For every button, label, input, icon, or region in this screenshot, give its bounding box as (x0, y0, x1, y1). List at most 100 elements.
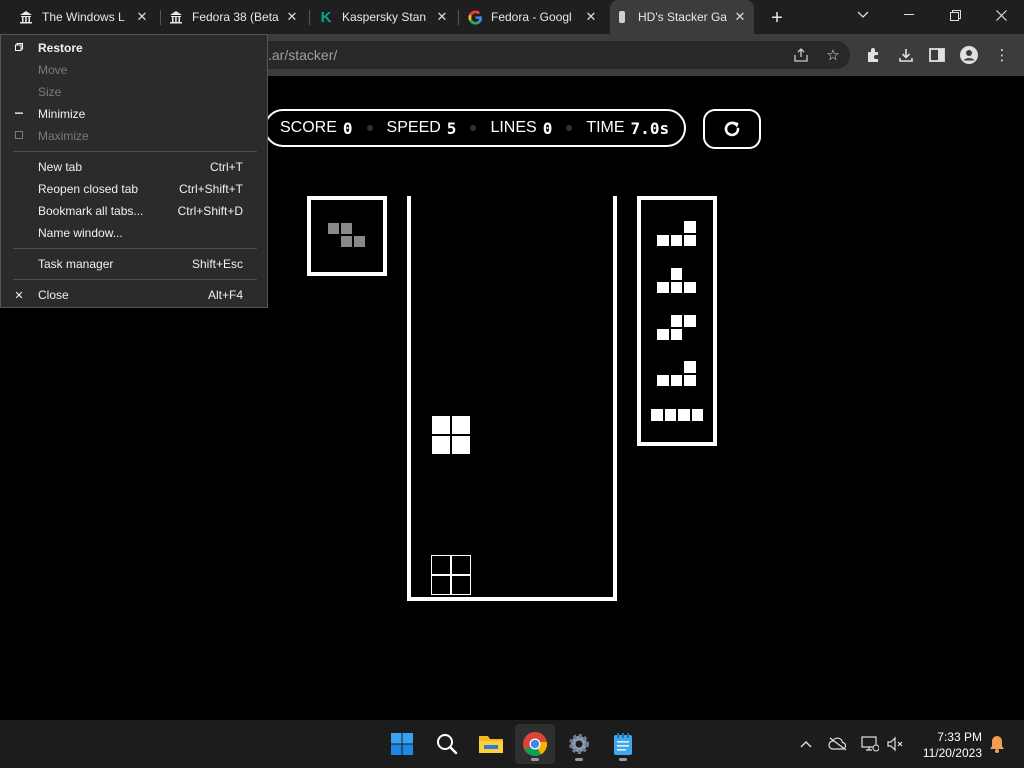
bookmark-star-icon[interactable]: ☆ (822, 44, 844, 66)
tab-fedora-beta[interactable]: Fedora 38 (Beta ✕ (164, 0, 306, 34)
menu-item-minimize[interactable]: Minimize (1, 103, 267, 125)
restore-icon (13, 42, 25, 54)
menu-item-label: Restore (38, 41, 83, 55)
speed-value: 5 (446, 118, 457, 138)
next-piece-block (669, 314, 683, 328)
profile-icon[interactable] (958, 44, 980, 66)
menu-item-shortcut: Ctrl+Shift+D (177, 204, 243, 218)
next-piece-block (656, 280, 670, 294)
ghost-piece-block (451, 575, 471, 595)
menu-item-bookmark-all-tabs[interactable]: Bookmark all tabs... Ctrl+Shift+D (1, 200, 267, 222)
volume-muted-icon[interactable] (884, 734, 906, 754)
extensions-icon[interactable] (862, 44, 884, 66)
tab-title: Kaspersky Stan (342, 10, 427, 24)
hold-piece-block (340, 235, 353, 248)
hold-piece-block (327, 222, 340, 235)
bank-icon (168, 9, 184, 25)
running-indicator (619, 758, 627, 761)
score-stat: SCORE 0 (280, 119, 353, 138)
close-icon[interactable]: ✕ (134, 9, 150, 25)
side-panel-icon[interactable] (926, 44, 948, 66)
menu-dots-icon[interactable]: ⋮ (991, 44, 1013, 66)
notepad-icon[interactable] (603, 724, 643, 764)
menu-item-maximize[interactable]: Maximize (1, 125, 267, 147)
menu-item-label: Move (38, 63, 68, 77)
google-icon (467, 9, 483, 25)
cloud-offline-icon[interactable] (827, 734, 849, 754)
settings-icon[interactable] (559, 724, 599, 764)
tab-kaspersky[interactable]: K Kaspersky Stan ✕ (314, 0, 456, 34)
maximize-window-icon[interactable] (932, 0, 978, 30)
score-label: SCORE (280, 119, 337, 136)
restart-icon (724, 121, 740, 137)
close-icon[interactable]: ✕ (732, 9, 748, 25)
close-icon: ✕ (14, 289, 24, 302)
menu-item-shortcut: Alt+F4 (207, 288, 243, 302)
speed-label: SPEED (386, 119, 441, 136)
menu-item-close[interactable]: ✕ Close Alt+F4 (1, 284, 267, 306)
running-indicator (531, 758, 539, 761)
menu-item-new-tab[interactable]: New tab Ctrl+T (1, 156, 267, 178)
notification-bell-icon[interactable] (986, 734, 1008, 754)
file-explorer-icon[interactable] (471, 724, 511, 764)
minimize-window-icon[interactable] (886, 0, 932, 30)
menu-separator (13, 151, 257, 152)
active-piece-block (431, 435, 451, 455)
tab-title: HD's Stacker Ga (638, 10, 727, 24)
tab-stacker[interactable]: HD's Stacker Ga ✕ (610, 0, 754, 34)
next-piece-block (669, 233, 683, 247)
tab-strip: The Windows L ✕ Fedora 38 (Beta ✕ K Kasp… (0, 0, 1024, 34)
next-piece-block (663, 408, 677, 422)
maximize-icon (13, 130, 25, 142)
close-icon[interactable]: ✕ (434, 9, 450, 25)
menu-item-label: Minimize (38, 107, 86, 121)
close-icon[interactable]: ✕ (583, 9, 599, 25)
close-icon[interactable]: ✕ (284, 9, 300, 25)
time-value: 7.0s (630, 118, 670, 138)
tab-title: Fedora 38 (Beta (192, 10, 279, 24)
menu-item-label: Reopen closed tab (38, 182, 139, 196)
tab-title: The Windows L (42, 10, 125, 24)
restart-button[interactable] (703, 109, 761, 149)
menu-item-label: New tab (38, 160, 83, 174)
share-icon[interactable] (790, 44, 812, 66)
system-clock[interactable]: 7:33 PM 11/20/2023 (912, 729, 982, 761)
lines-value: 0 (542, 118, 553, 138)
download-icon[interactable] (895, 44, 917, 66)
separator-dot (566, 125, 573, 131)
menu-item-restore[interactable]: Restore (1, 37, 267, 59)
windows-start-icon[interactable] (382, 724, 422, 764)
url-text: .ar/stacker/ (268, 47, 338, 63)
new-tab-icon[interactable]: + (766, 7, 788, 29)
tab-search-icon[interactable] (840, 0, 886, 30)
menu-item-size[interactable]: Size (1, 81, 267, 103)
search-icon[interactable] (427, 724, 467, 764)
show-hidden-icons-icon[interactable] (795, 734, 817, 754)
tab-title: Fedora - Googl (491, 10, 572, 24)
menu-item-name-window[interactable]: Name window... (1, 222, 267, 244)
page-icon (614, 9, 630, 25)
next-piece-block (677, 408, 691, 422)
close-window-icon[interactable] (978, 0, 1024, 30)
active-piece-block (451, 435, 471, 455)
score-value: 0 (342, 118, 353, 138)
lines-label: LINES (490, 119, 537, 136)
tab-windows[interactable]: The Windows L ✕ (14, 0, 156, 34)
next-piece-block (650, 408, 664, 422)
window-system-menu: Restore Move Size Minimize Maximize New … (0, 34, 268, 308)
chrome-icon[interactable] (515, 724, 555, 764)
menu-item-task-manager[interactable]: Task manager Shift+Esc (1, 253, 267, 275)
menu-item-label: Task manager (38, 257, 114, 271)
menu-item-reopen-closed-tab[interactable]: Reopen closed tab Ctrl+Shift+T (1, 178, 267, 200)
next-piece-block (656, 373, 670, 387)
network-icon[interactable] (859, 734, 881, 754)
menu-item-move[interactable]: Move (1, 59, 267, 81)
next-piece-block (683, 220, 697, 234)
menu-item-shortcut: Ctrl+T (210, 160, 243, 174)
ghost-piece-block (431, 555, 451, 575)
next-piece-block (669, 373, 683, 387)
address-bar[interactable]: .ar/stacker/ (250, 41, 850, 69)
menu-item-shortcut: Ctrl+Shift+T (178, 182, 243, 196)
tab-fedora-google[interactable]: Fedora - Googl ✕ (463, 0, 605, 34)
menu-item-label: Close (38, 288, 69, 302)
